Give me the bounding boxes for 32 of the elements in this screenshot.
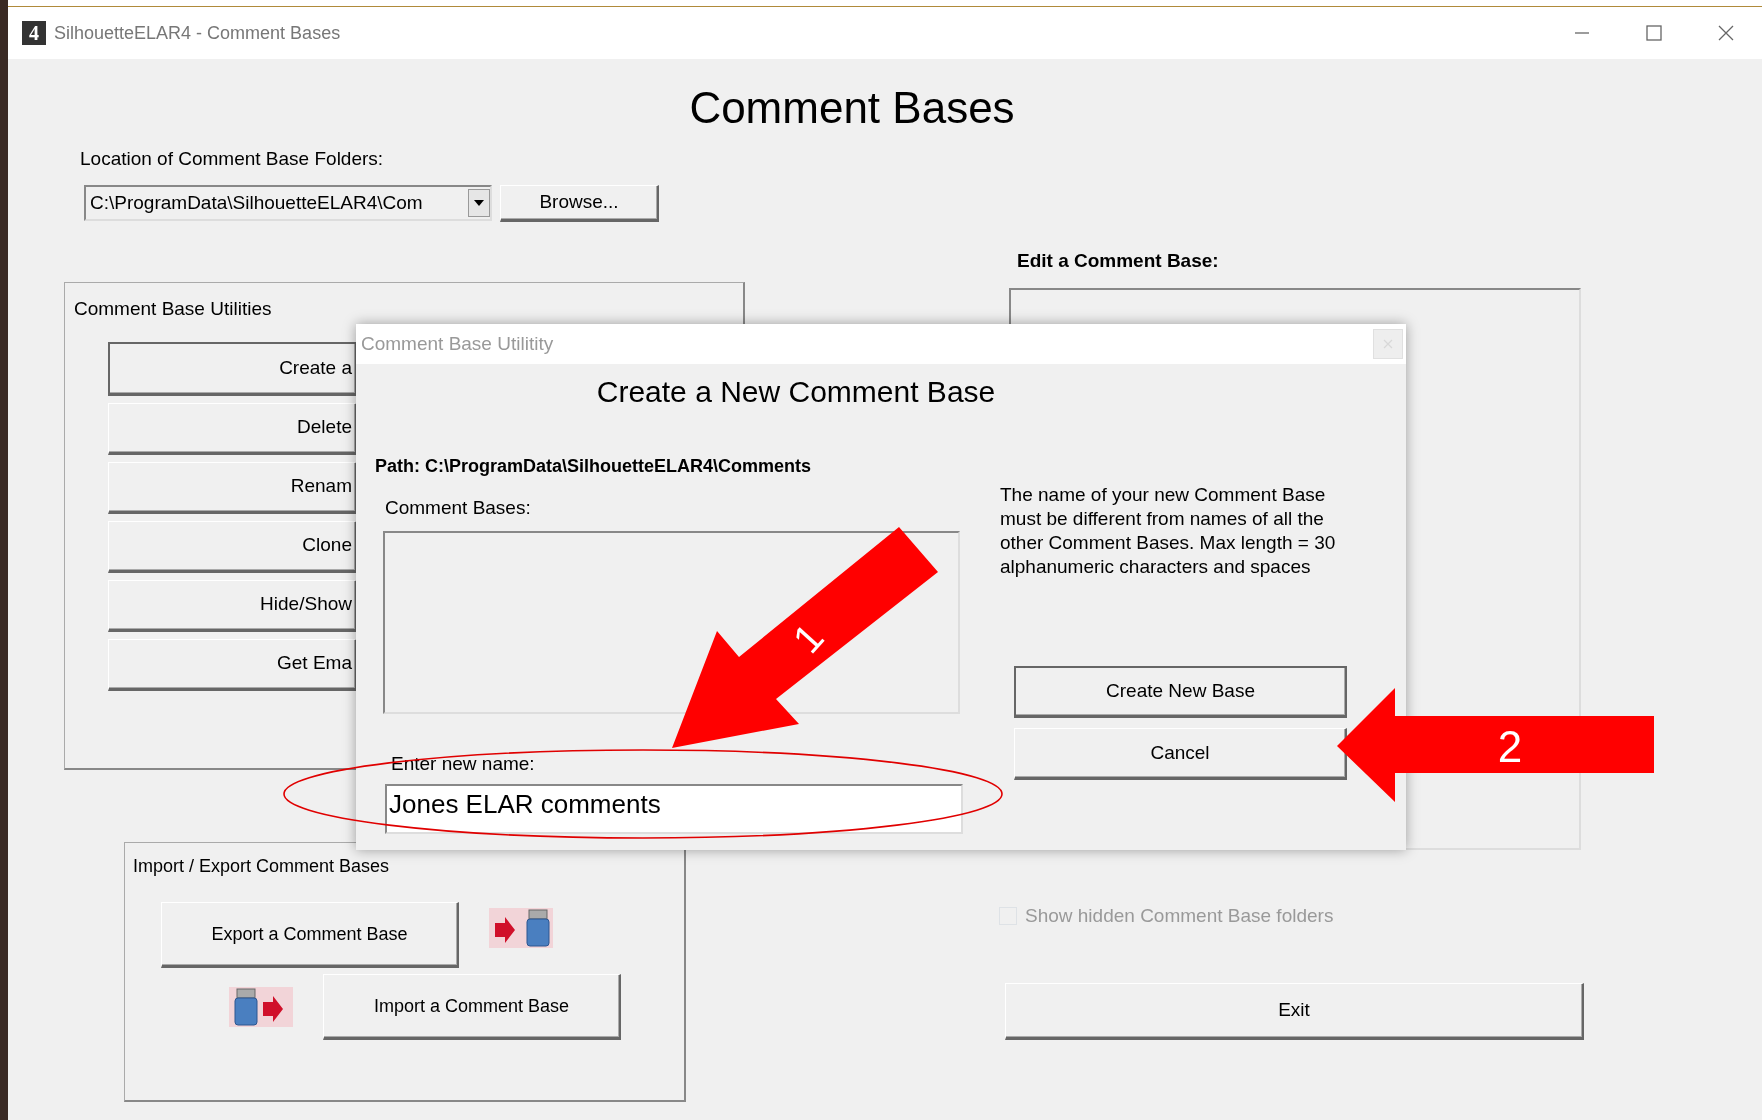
- dialog-heading: Create a New Comment Base: [595, 374, 997, 410]
- utility-button[interactable]: Hide/Show: [108, 579, 357, 632]
- group-title: Import / Export Comment Bases: [132, 855, 390, 879]
- annotation-number: 1: [784, 615, 832, 661]
- utility-button[interactable]: Create a: [108, 341, 357, 396]
- browse-button[interactable]: Browse...: [500, 185, 659, 223]
- window-title: SilhouetteELAR4 - Comment Bases: [54, 21, 341, 45]
- folder-dropdown[interactable]: C:\ProgramData\SilhouetteELAR4\Com: [84, 185, 492, 222]
- dialog-title: Comment Base Utilitity: [361, 331, 554, 356]
- close-icon[interactable]: [1718, 25, 1734, 41]
- exit-button[interactable]: Exit: [1005, 982, 1584, 1040]
- utility-button[interactable]: Renam: [108, 461, 357, 514]
- name-input-field[interactable]: Jones ELAR comments: [385, 784, 963, 834]
- create-button[interactable]: Create New Base: [1014, 666, 1347, 718]
- export-button[interactable]: Export a Comment Base: [161, 902, 459, 969]
- utility-button[interactable]: Clone: [108, 520, 357, 573]
- location-label: Location of Comment Base Folders:: [80, 146, 385, 171]
- caret-icon: [474, 200, 484, 207]
- list-label: Comment Bases:: [385, 496, 531, 520]
- show-hidden-label: Show hidden Comment Base folders: [1025, 904, 1334, 929]
- utility-button[interactable]: Delete: [108, 402, 357, 455]
- cancel-button[interactable]: Cancel: [1014, 728, 1347, 780]
- annotation-number: 2: [1497, 721, 1523, 771]
- instruction-text: The name of your new Comment Base must be different from names of all the other Comment Bases. Max length = 30 alphanumeric characters and spaces: [1000, 483, 1337, 579]
- maximize-icon[interactable]: [1646, 25, 1662, 41]
- app-icon: 4: [22, 21, 46, 45]
- import-button[interactable]: Import a Comment Base: [323, 974, 621, 1041]
- group-title: Comment Base Utilities: [73, 297, 272, 322]
- path-label: Path: C:\ProgramData\SilhouetteELAR4\Comments: [375, 455, 812, 478]
- edit-label: Edit a Comment Base:: [1017, 248, 1220, 273]
- utility-button[interactable]: Get Ema: [108, 638, 357, 691]
- page-heading: Comment Bases: [688, 82, 1016, 134]
